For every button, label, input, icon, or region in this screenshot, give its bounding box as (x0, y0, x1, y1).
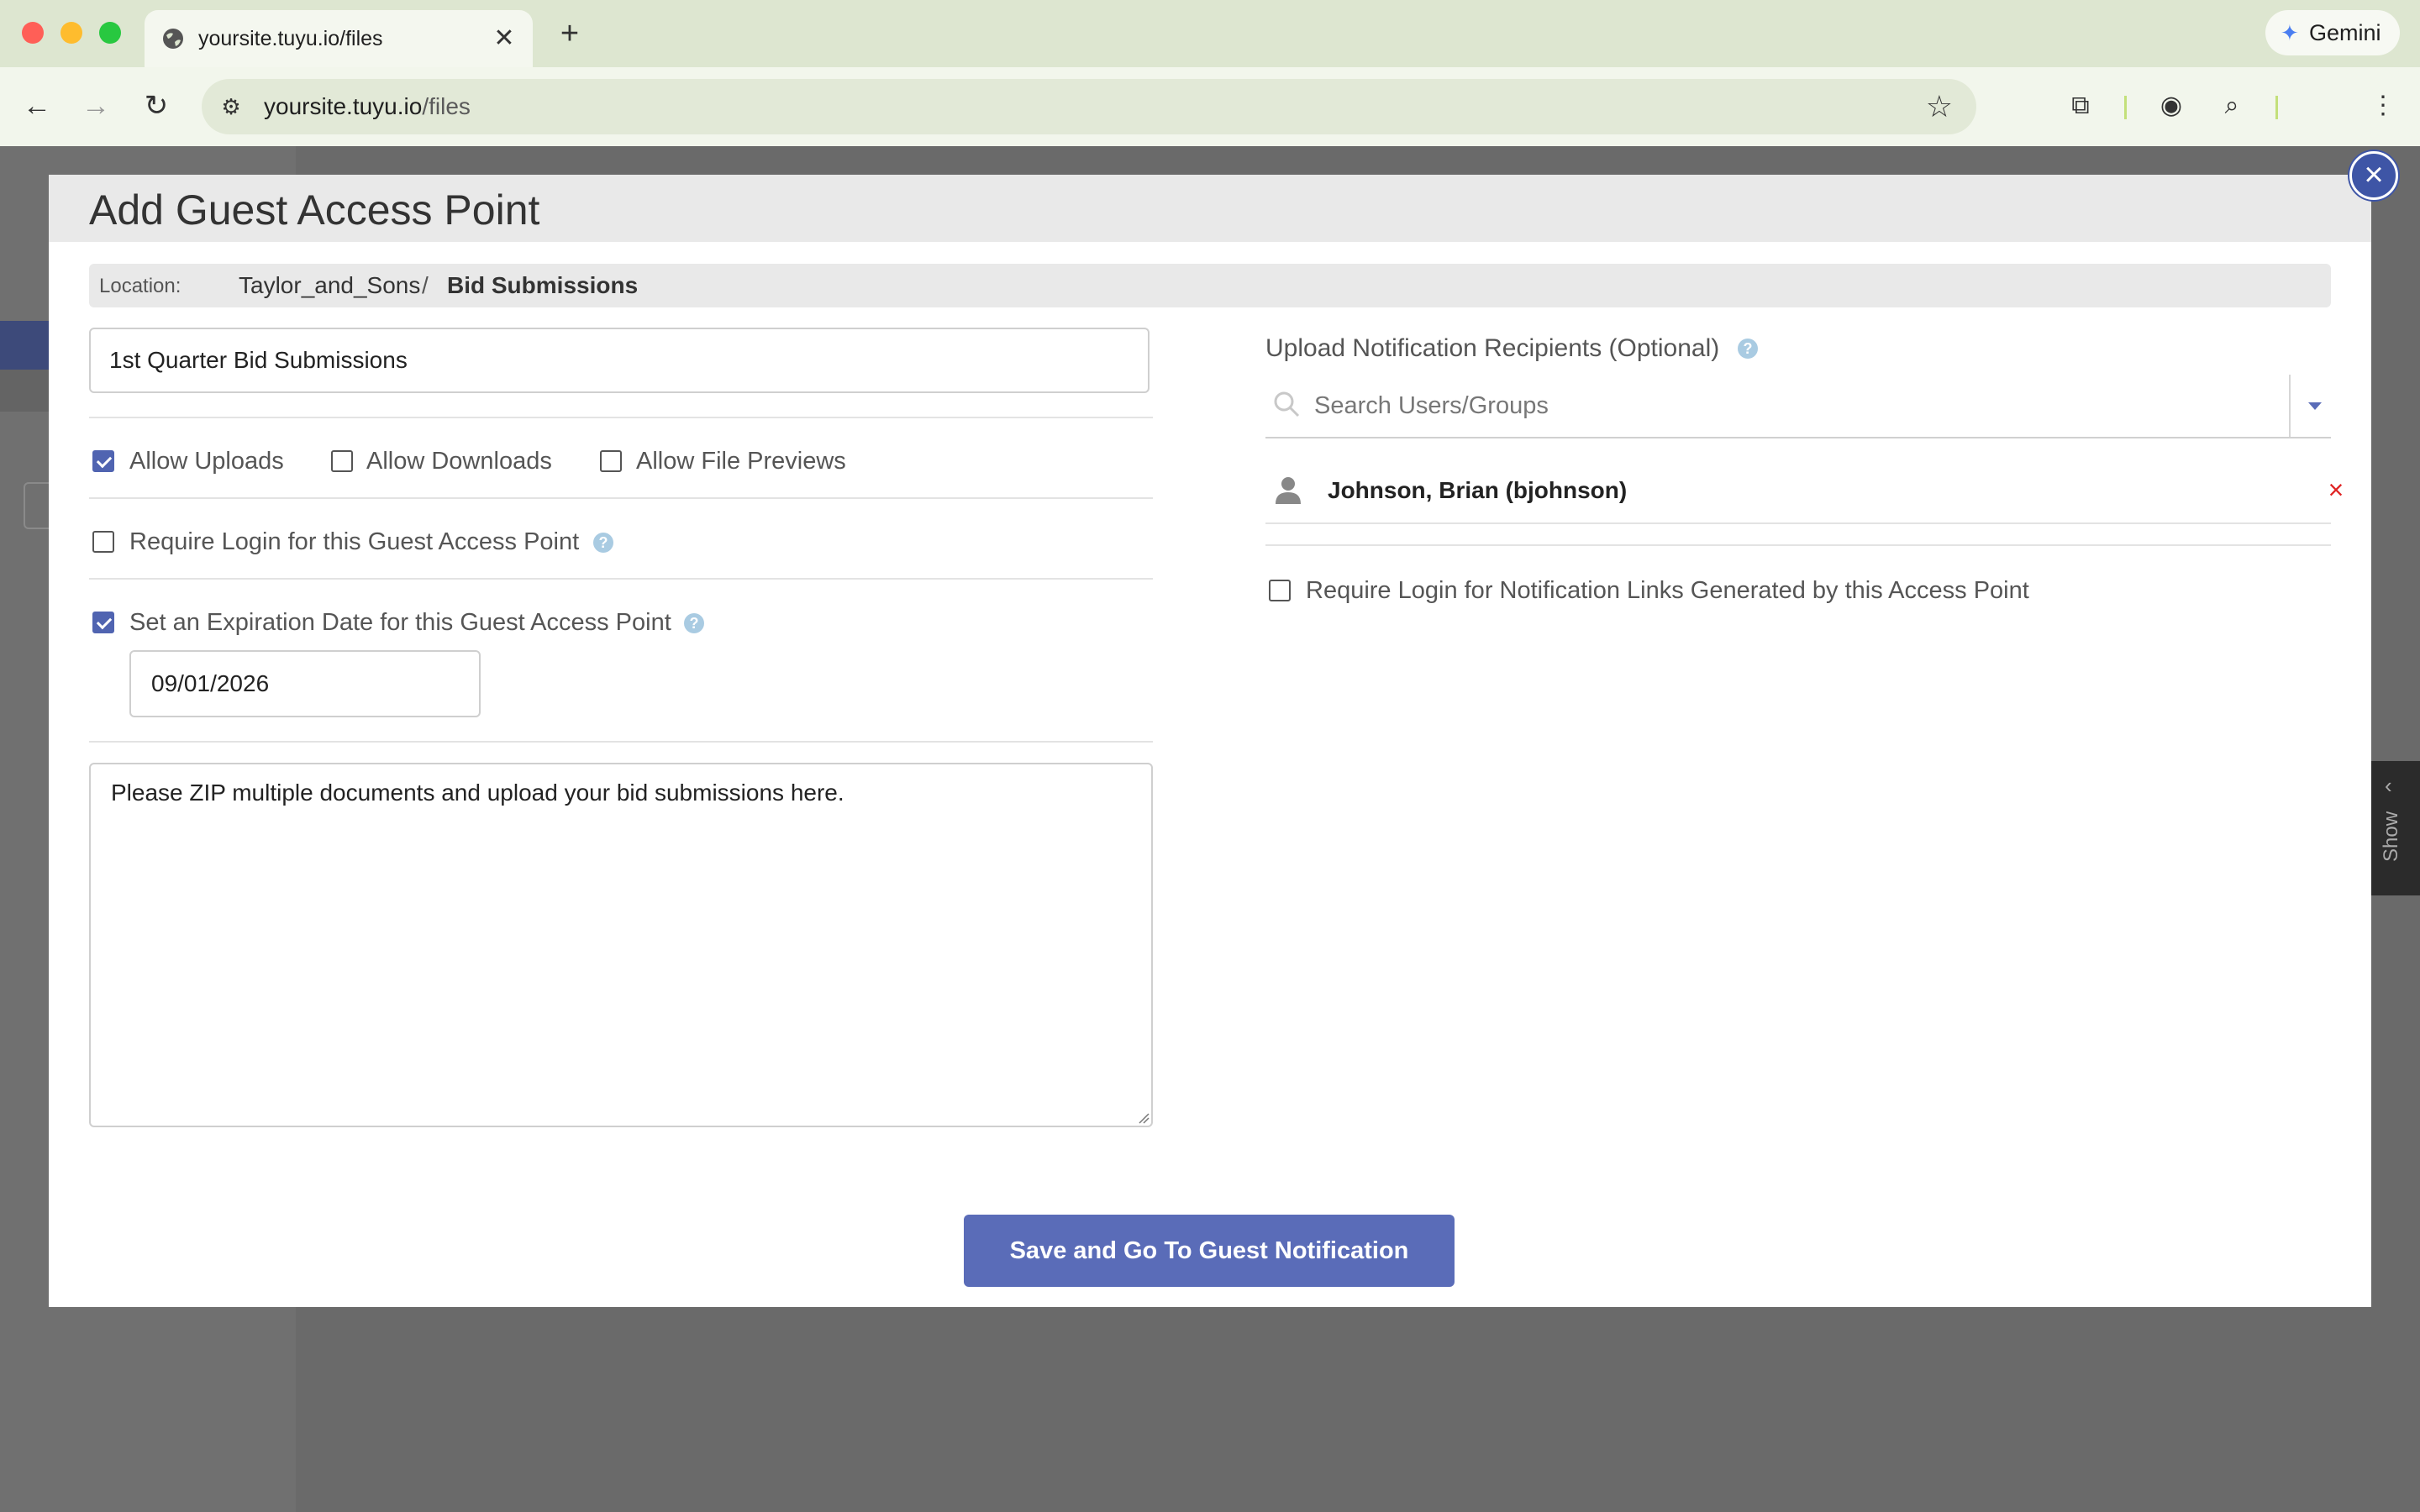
remove-icon[interactable]: × (2324, 475, 2348, 504)
recipients-search[interactable] (1265, 375, 2331, 438)
search-icon (1274, 391, 1300, 417)
back-arrow-icon[interactable]: ← (17, 86, 57, 126)
more-vert-icon[interactable]: ⋮ (2365, 87, 2402, 124)
new-tab-button[interactable]: + (551, 15, 588, 52)
user-icon (1276, 477, 1301, 504)
browser-tab[interactable]: yoursite.tuyu.io/files ✕ (145, 10, 533, 67)
gemini-star-icon: ✦ (2281, 20, 2299, 45)
globe-icon (163, 29, 183, 49)
require-login-label: Require Login for this Guest Access Poin… (129, 528, 580, 555)
help-icon[interactable]: ? (684, 613, 704, 633)
chevron-left-icon: ‹ (2385, 773, 2392, 798)
extensions-icon[interactable]: ⧉ (2062, 87, 2099, 124)
gemini-label: Gemini (2309, 20, 2381, 45)
show-panel-label: Show (2380, 811, 2402, 862)
window-close-button[interactable] (22, 22, 44, 44)
url-text[interactable]: yoursite.tuyu.io/files (264, 92, 471, 121)
url-host: yoursite.tuyu.io (264, 93, 423, 119)
recipients-label: Upload Notification Recipients (Optional… (1265, 334, 1720, 362)
dialog-header: Add Guest Access Point (49, 175, 2371, 242)
add-guest-access-dialog: Add Guest Access Point Location: Taylor_… (49, 175, 2371, 1307)
allow-downloads-label: Allow Downloads (366, 448, 552, 475)
expiration-date-input[interactable] (129, 650, 481, 717)
help-icon[interactable]: ? (593, 533, 613, 553)
allow-file-previews-label: Allow File Previews (636, 448, 846, 475)
window-minimize-button[interactable] (60, 22, 82, 44)
access-point-name-input[interactable] (89, 328, 1150, 393)
browser-chrome: yoursite.tuyu.io/files ✕ + ✦ Gemini ← → … (0, 0, 2420, 146)
expiration-checkbox[interactable] (92, 612, 114, 633)
star-icon[interactable]: ☆ (1926, 91, 1953, 123)
close-icon[interactable]: × (2349, 151, 2398, 200)
divider (89, 578, 1153, 580)
divider (89, 741, 1153, 743)
save-button[interactable]: Save and Go To Guest Notification (964, 1215, 1455, 1287)
allow-file-previews-checkbox[interactable] (600, 450, 622, 472)
site-settings-icon[interactable]: ⚙ (217, 92, 245, 121)
allow-uploads-checkbox[interactable] (92, 450, 114, 472)
lens-icon[interactable]: ⌕ (2213, 87, 2250, 124)
guest-message-textarea[interactable]: Please ZIP multiple documents and upload… (89, 763, 1153, 1127)
location-breadcrumb: Location: Taylor_and_Sons / Bid Submissi… (89, 264, 2331, 307)
allow-uploads-label: Allow Uploads (129, 448, 284, 475)
reload-icon[interactable]: ↻ (136, 86, 176, 126)
search-divider (2289, 375, 2291, 437)
address-bar[interactable]: ⚙ yoursite.tuyu.io/files ☆ (202, 79, 1976, 134)
browser-toolbar: ← → ↻ ⚙ yoursite.tuyu.io/files ☆ ⧉ ◉ ⌕ ⋮ (0, 67, 2420, 146)
divider (1265, 544, 2331, 546)
show-panel-tab[interactable]: ‹ Show (2371, 761, 2420, 895)
search-users-input[interactable] (1313, 386, 2240, 425)
url-path: /files (422, 93, 471, 119)
help-icon[interactable]: ? (1738, 339, 1758, 359)
toolbar-divider (2124, 96, 2127, 119)
allow-downloads-checkbox[interactable] (331, 450, 353, 472)
forward-arrow-icon[interactable]: → (76, 86, 116, 126)
location-label: Location: (99, 275, 182, 297)
gemini-button[interactable]: ✦ Gemini (2265, 10, 2400, 55)
background-user-icon (0, 321, 50, 370)
recipient-name: Johnson, Brian (bjohnson) (1328, 477, 1628, 503)
tab-strip: yoursite.tuyu.io/files ✕ + ✦ Gemini (0, 0, 2420, 67)
toolbar-divider (2275, 96, 2278, 119)
divider (89, 417, 1153, 418)
chevron-down-icon[interactable] (2301, 391, 2329, 420)
tab-close-icon[interactable]: ✕ (487, 22, 521, 55)
notification-login-checkbox[interactable] (1269, 580, 1291, 601)
divider (89, 497, 1153, 499)
dialog-title: Add Guest Access Point (89, 186, 540, 234)
location-parent-link[interactable]: Taylor_and_Sons (239, 272, 420, 299)
screenshot-icon[interactable]: ◉ (2153, 87, 2190, 124)
expiration-label: Set an Expiration Date for this Guest Ac… (129, 609, 671, 636)
window-zoom-button[interactable] (99, 22, 121, 44)
location-current: Bid Submissions (447, 272, 639, 298)
notification-login-label: Require Login for Notification Links Gen… (1306, 577, 2029, 604)
location-separator: / (422, 272, 429, 298)
recipient-item: Johnson, Brian (bjohnson) × (1265, 460, 2344, 524)
require-login-checkbox[interactable] (92, 531, 114, 553)
tab-title: yoursite.tuyu.io/files (198, 27, 383, 50)
resize-grip-icon[interactable] (1138, 1112, 1150, 1124)
